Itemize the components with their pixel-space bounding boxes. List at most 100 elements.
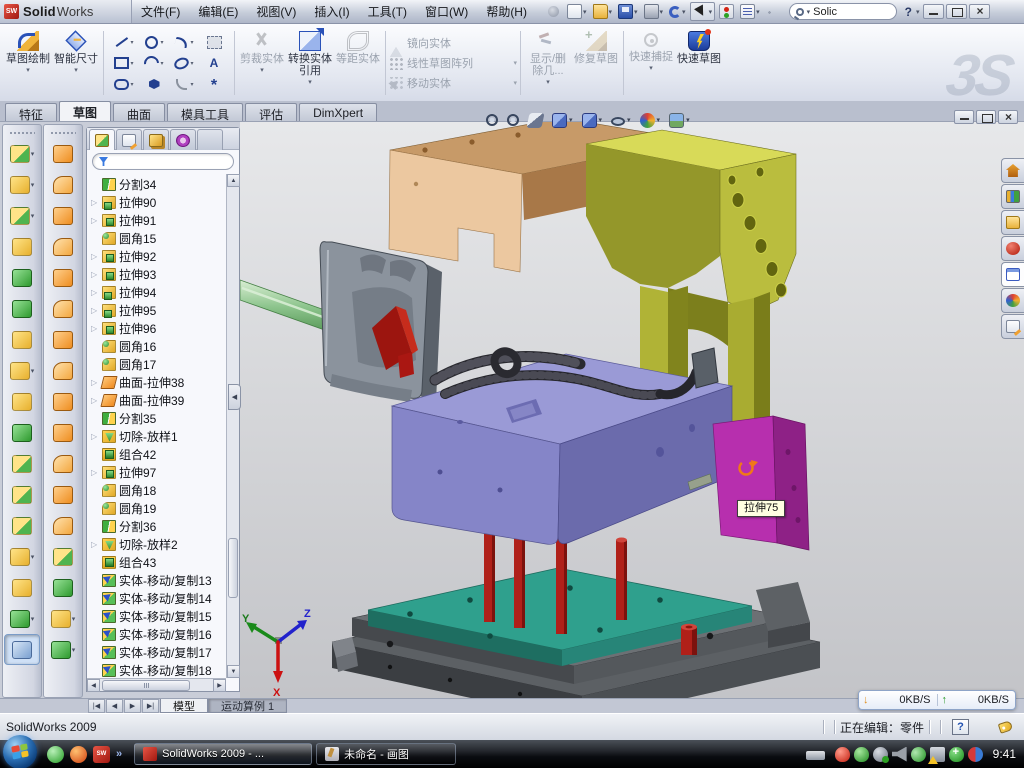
- arc-tool-button[interactable]: ▾: [139, 53, 169, 74]
- reference-point-tool-button[interactable]: ▾: [45, 603, 81, 634]
- linear-sketch-pattern-button[interactable]: 线性草图阵列 ▾: [389, 54, 517, 73]
- undo-button[interactable]: ▾: [667, 5, 688, 19]
- dropdown-arrow-icon[interactable]: ▾: [31, 212, 35, 220]
- print-button[interactable]: ▾: [642, 3, 666, 20]
- tree-item[interactable]: ▷ 拉伸93: [87, 265, 226, 283]
- line-tool-button[interactable]: ▾: [109, 32, 139, 53]
- window-menu[interactable]: 窗口(W): [416, 0, 477, 23]
- volume-tray-icon[interactable]: [892, 747, 907, 762]
- service-tray-icon[interactable]: [873, 747, 888, 762]
- tree-item[interactable]: ▷ 切除-放样2: [87, 535, 226, 553]
- quick-launch-overflow-icon[interactable]: »: [116, 748, 122, 760]
- mold-tools-tab[interactable]: 模具工具: [167, 103, 243, 121]
- tree-item[interactable]: ▷ 曲面-拉伸38: [87, 373, 226, 391]
- boundary-surface-tool-button[interactable]: ▾: [45, 262, 81, 293]
- tree-filter-input[interactable]: [92, 153, 234, 170]
- tree-item[interactable]: ▷ 实体-移动/复制18: [87, 661, 226, 678]
- toolbar-drag-handle[interactable]: [9, 131, 35, 135]
- dropdown-arrow-icon[interactable]: ▾: [26, 66, 30, 74]
- tree-item[interactable]: ▷ 分割35: [87, 409, 226, 427]
- swept-surface-tool-button[interactable]: ▾: [45, 200, 81, 231]
- expand-arrow-icon[interactable]: ▷: [91, 252, 99, 261]
- search-dropdown-icon[interactable]: ▾: [807, 8, 811, 16]
- offset-surface-tool-button[interactable]: ▾: [45, 293, 81, 324]
- scroll-down-button[interactable]: ▼: [227, 665, 240, 678]
- insert-menu[interactable]: 插入(I): [305, 0, 358, 23]
- dropdown-arrow-icon[interactable]: ▾: [74, 66, 78, 74]
- dropdown-arrow-icon[interactable]: ▾: [569, 116, 573, 124]
- zoom-fit-button[interactable]: ▾: [486, 114, 498, 126]
- dropdown-arrow-icon[interactable]: ▾: [657, 116, 661, 124]
- combine-tool-button[interactable]: ▾: [4, 479, 40, 510]
- dropdown-arrow-icon[interactable]: ▾: [160, 39, 163, 46]
- split-tool-button[interactable]: ▾: [4, 448, 40, 479]
- intersect-tool-button[interactable]: ▾: [4, 417, 40, 448]
- dropdown-arrow-icon[interactable]: ▾: [599, 116, 603, 124]
- sketch-picture-tool-button[interactable]: ▾: [199, 32, 229, 53]
- wrap-tool-button[interactable]: ▾: [4, 324, 40, 355]
- hide-show-items-button[interactable]: ▾: [611, 114, 631, 126]
- doc-minimize-button[interactable]: [954, 110, 974, 124]
- dropdown-arrow-icon[interactable]: ▾: [130, 81, 133, 88]
- offset-entities-button[interactable]: 等距实体: [334, 29, 382, 65]
- dropdown-arrow-icon[interactable]: ▾: [709, 8, 713, 16]
- tree-item[interactable]: ▷ 实体-移动/复制16: [87, 625, 226, 643]
- expand-arrow-icon[interactable]: ▷: [91, 378, 99, 387]
- smart-dimension-button[interactable]: 智能尺寸 ▾: [52, 29, 100, 74]
- file-menu[interactable]: 文件(F): [132, 0, 189, 23]
- expand-arrow-icon[interactable]: ▷: [91, 540, 99, 549]
- edit-appearance-button[interactable]: ▾: [640, 113, 661, 128]
- sketch-text-tool-button[interactable]: ▾: [199, 53, 229, 74]
- new-document-button[interactable]: ▾: [565, 3, 589, 20]
- repair-sketch-button[interactable]: 修复草图: [572, 29, 620, 65]
- zoom-area-button[interactable]: ▾: [507, 114, 519, 126]
- launcher-icon[interactable]: [70, 746, 87, 763]
- help-menu[interactable]: 帮助(H): [477, 0, 536, 23]
- tree-item[interactable]: ▷ 拉伸96: [87, 319, 226, 337]
- help-button[interactable]: ?: [905, 5, 912, 19]
- file-explorer-tab[interactable]: [1001, 210, 1024, 235]
- freeform-tool-button[interactable]: ▾: [45, 634, 81, 665]
- scrollbar-thumb[interactable]: [228, 538, 238, 598]
- dropdown-arrow-icon[interactable]: ▾: [160, 60, 163, 67]
- doc-restore-button[interactable]: [976, 110, 996, 124]
- help-dropdown-icon[interactable]: ▾: [916, 8, 920, 16]
- tree-item[interactable]: ▷ 分割34: [87, 175, 226, 193]
- protection-tray-icon[interactable]: [949, 747, 964, 762]
- dropdown-arrow-icon[interactable]: ▾: [660, 8, 664, 16]
- expand-arrow-icon[interactable]: ▷: [91, 198, 99, 207]
- firewall-tray-icon[interactable]: [854, 747, 869, 762]
- minimize-button[interactable]: [923, 4, 944, 19]
- tree-item[interactable]: ▷ 拉伸95: [87, 301, 226, 319]
- sync-tray-icon[interactable]: [968, 747, 983, 762]
- tree-item[interactable]: ▷ 组合43: [87, 553, 226, 571]
- extruded-cut-tool-button[interactable]: ▾: [4, 169, 40, 200]
- rebuild-button[interactable]: ▾: [717, 3, 736, 20]
- filled-surface-tool-button[interactable]: ▾: [45, 355, 81, 386]
- tree-item[interactable]: ▷ 切除-放样1: [87, 427, 226, 445]
- dropdown-arrow-icon[interactable]: ▾: [583, 8, 587, 16]
- expand-arrow-icon[interactable]: ▷: [91, 432, 99, 441]
- expand-arrow-icon[interactable]: ▷: [91, 468, 99, 477]
- toolbar-overflow-button[interactable]: ▾: [764, 3, 783, 20]
- model-part-red-cylinder[interactable]: [681, 624, 697, 655]
- tree-item[interactable]: ▷ 拉伸97: [87, 463, 226, 481]
- custom-properties-tab[interactable]: [1001, 314, 1024, 339]
- display-delete-relations-button[interactable]: 显示/删除几... ▾: [524, 29, 572, 86]
- dropdown-arrow-icon[interactable]: ▾: [686, 116, 690, 124]
- slot-tool-button[interactable]: ▾: [109, 74, 139, 95]
- solidworks-launcher-icon[interactable]: SW: [93, 746, 110, 763]
- graphics-viewport[interactable]: ▾▾▾▾▾▾▾▾: [240, 122, 1024, 698]
- tree-item[interactable]: ▷ 拉伸90: [87, 193, 226, 211]
- evaluate-tab[interactable]: 评估: [245, 103, 297, 121]
- untrim-surface-tool-button[interactable]: ▾: [45, 479, 81, 510]
- mirror-entities-button[interactable]: 镜向实体: [389, 34, 517, 53]
- view-palette-tab[interactable]: [1001, 262, 1024, 287]
- search-input[interactable]: Solic: [813, 6, 889, 18]
- scroll-up-button[interactable]: ▲: [227, 174, 240, 187]
- dropdown-arrow-icon[interactable]: ▾: [72, 646, 76, 654]
- network-warning-tray-icon[interactable]: [930, 747, 945, 762]
- scroll-right-button[interactable]: ▶: [213, 679, 226, 692]
- dropdown-arrow-icon[interactable]: ▾: [308, 78, 312, 86]
- tree-horizontal-scrollbar[interactable]: ◀ ▶: [87, 678, 226, 691]
